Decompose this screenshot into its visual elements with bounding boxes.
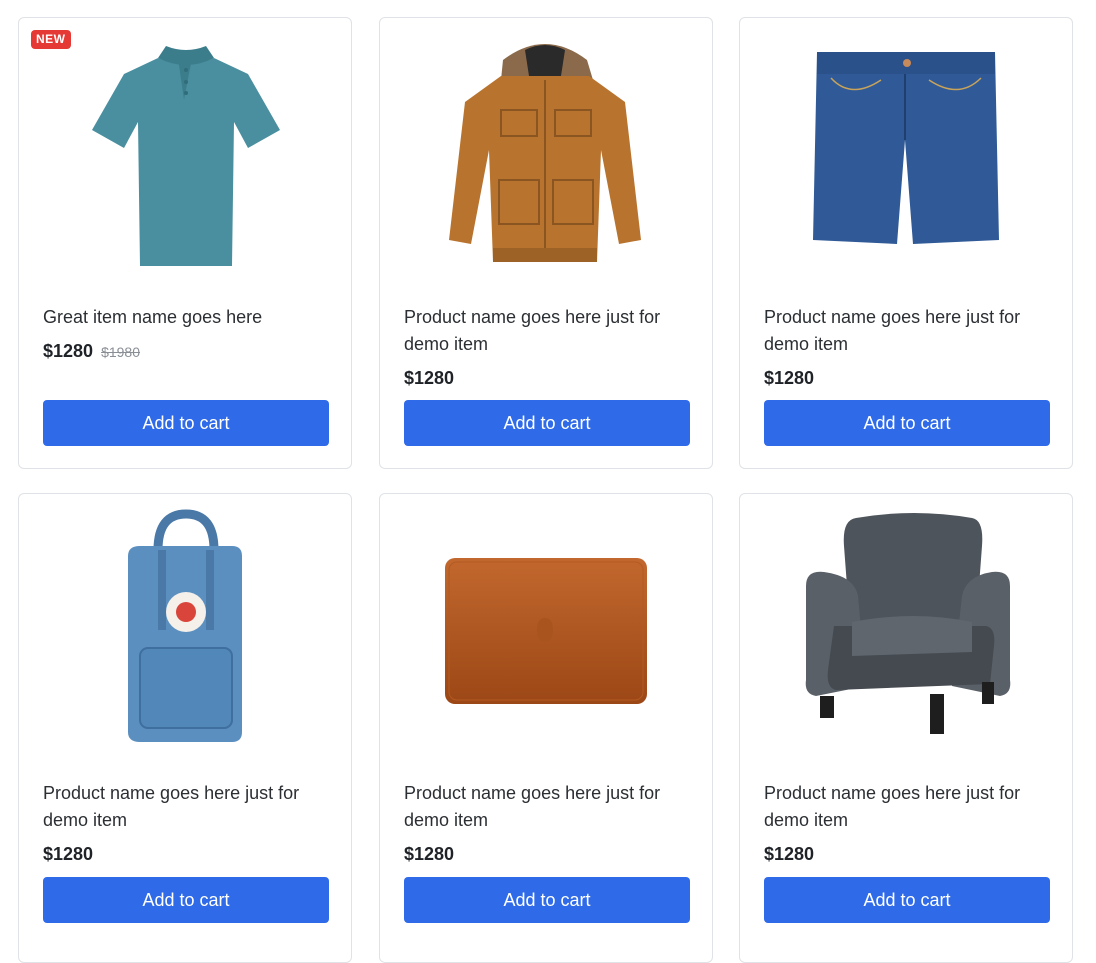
price-row: $1280 — [764, 844, 1048, 865]
polo-shirt-image[interactable] — [19, 30, 351, 270]
add-to-cart-button[interactable]: Add to cart — [43, 400, 329, 446]
add-to-cart-button[interactable]: Add to cart — [764, 400, 1050, 446]
add-to-cart-button[interactable]: Add to cart — [404, 877, 690, 923]
product-info: Product name goes here just for demo ite… — [764, 780, 1048, 865]
product-card: Product name goes here just for demo ite… — [739, 17, 1073, 469]
product-price: $1280 — [404, 844, 455, 864]
product-card: Product name goes here just for demo ite… — [739, 493, 1073, 963]
product-card: Product name goes here just for demo ite… — [379, 17, 713, 469]
product-title[interactable]: Product name goes here just for demo ite… — [404, 304, 688, 358]
price-row: $1280 — [404, 368, 688, 389]
backpack-image[interactable] — [19, 506, 351, 746]
add-to-cart-button[interactable]: Add to cart — [404, 400, 690, 446]
price-row: $1280 $1980 — [43, 341, 327, 362]
product-title[interactable]: Product name goes here just for demo ite… — [764, 304, 1048, 358]
product-title[interactable]: Great item name goes here — [43, 304, 327, 331]
brown-jacket-image[interactable] — [380, 30, 712, 270]
price-row: $1280 — [404, 844, 688, 865]
product-info: Product name goes here just for demo ite… — [404, 780, 688, 865]
product-grid: NEW Great item name goes here $1280 $198… — [0, 0, 1096, 963]
product-card: Product name goes here just for demo ite… — [18, 493, 352, 963]
product-price: $1280 — [764, 368, 815, 388]
product-card: NEW Great item name goes here $1280 $198… — [18, 17, 352, 469]
product-title[interactable]: Product name goes here just for demo ite… — [43, 780, 327, 834]
product-price: $1280 — [404, 368, 455, 388]
product-info: Product name goes here just for demo ite… — [764, 304, 1048, 389]
product-info: Great item name goes here $1280 $1980 — [43, 304, 327, 362]
old-price: $1980 — [101, 344, 140, 360]
add-to-cart-button[interactable]: Add to cart — [43, 877, 329, 923]
product-title[interactable]: Product name goes here just for demo ite… — [764, 780, 1048, 834]
leather-sleeve-image[interactable] — [380, 506, 712, 746]
product-info: Product name goes here just for demo ite… — [43, 780, 327, 865]
price-row: $1280 — [764, 368, 1048, 389]
product-price: $1280 — [43, 844, 94, 864]
product-title[interactable]: Product name goes here just for demo ite… — [404, 780, 688, 834]
product-card: Product name goes here just for demo ite… — [379, 493, 713, 963]
product-price: $1280 — [764, 844, 815, 864]
price-row: $1280 — [43, 844, 327, 865]
add-to-cart-button[interactable]: Add to cart — [764, 877, 1050, 923]
denim-shorts-image[interactable] — [740, 30, 1072, 270]
armchair-image[interactable] — [740, 506, 1072, 746]
product-info: Product name goes here just for demo ite… — [404, 304, 688, 389]
product-price: $1280 — [43, 341, 94, 361]
